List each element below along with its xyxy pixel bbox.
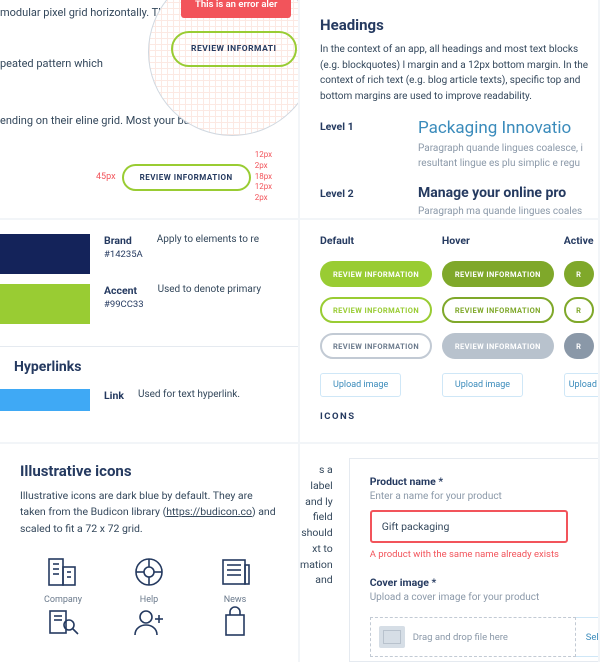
search-doc-icon [43,605,83,639]
state-header: Default [320,234,442,247]
panel-illustrative-icons: Illustrative icons Illustrative icons ar… [0,444,298,662]
file-dropzone[interactable]: Drag and drop file here [370,617,576,657]
upload-link[interactable]: Upload image [320,373,401,397]
swatch-desc: Apply to elements to re [157,234,259,274]
section-title: Hyperlinks [14,359,298,375]
section-desc: Illustrative icons are dark blue by defa… [20,488,278,537]
primary-button-hover[interactable]: REVIEW INFORMATION [442,261,554,287]
paragraph-sample: Paragraph quande lingues coalesce, i res… [418,142,598,171]
paragraph-sample: Paragraph ma quande lingues coales resul… [418,205,598,218]
image-placeholder-icon [379,626,405,648]
outline-button[interactable]: REVIEW INFORMATION [320,297,432,323]
secondary-button-active[interactable]: R [564,333,594,359]
field-error: A product with the same name already exi… [370,549,598,560]
annotation-measure: 18px [255,172,272,183]
swatch-accent [0,284,90,324]
swatch-desc: Used to denote primary [158,284,262,324]
panel-colors: Brand #14235A Apply to elements to re Ac… [0,220,298,442]
field-hint: Enter a name for your product [370,491,598,502]
swatch-desc: Used for text hyperlink. [138,389,240,411]
swatch-brand [0,234,90,274]
icons-label: ICONS [320,411,598,422]
review-button-sample: REVIEW INFORMATION [122,164,251,191]
news-icon [215,555,255,589]
button-spacing-annotation: 45px REVIEW INFORMATION 12px 2px 18px 12… [96,150,272,204]
section-title: Headings [320,16,598,34]
swatch-name: Accent [104,284,144,297]
budicon-link[interactable]: https://budicon.co [166,505,252,518]
annotation-measure: 12px [255,150,272,161]
panel-headings: Headings In the context of an app, all h… [300,0,598,218]
icon-label: Company [20,595,106,605]
error-alert: This is an error aler [181,0,291,18]
panel-form: s a label and ly field should xt to mati… [300,444,598,662]
review-button-zoomed: REVIEW INFORMATI [171,31,297,67]
annotation-measure: 45px [96,172,116,182]
upload-link-hover[interactable]: Upload image [442,373,523,397]
panel-buttons: Default REVIEW INFORMATION REVIEW INFORM… [300,220,598,442]
company-icon [43,555,83,589]
primary-button[interactable]: REVIEW INFORMATION [320,261,432,287]
icon-label: News [192,595,278,605]
state-header: Hover [442,234,564,247]
field-label: Product name * [370,475,598,488]
field-hint: Upload a cover image for your product [370,592,598,603]
dropzone-text: Drag and drop file here [413,632,575,643]
annotation-measure: 2px [255,161,272,172]
annotation-text: s a label and ly field should xt to mati… [300,458,333,662]
add-user-icon [129,605,169,639]
heading-level1-sample: Packaging Innovatio [418,118,598,138]
primary-button-active[interactable]: R [564,261,594,287]
secondary-button[interactable]: REVIEW INFORMATION [320,333,432,359]
outline-button-hover[interactable]: REVIEW INFORMATION [442,297,554,323]
swatch-link [0,389,90,411]
help-icon [129,555,169,589]
level-label: Level 1 [320,118,372,171]
annotation-measure: 2px [255,193,272,204]
field-label: Cover image * [370,576,598,589]
icon-label: Help [106,595,192,605]
annotation-measure: 12px [255,182,272,193]
upload-link-active[interactable]: Upload [564,373,598,397]
panel-grid-baseline: modular pixel grid horizontally. This be… [0,0,298,218]
level-label: Level 2 [320,185,372,218]
outline-button-active[interactable]: R [564,297,594,323]
shopping-bag-icon [215,605,255,639]
heading-level2-sample: Manage your online pro [418,185,598,201]
swatch-hex: #99CC33 [104,299,144,310]
section-intro: In the context of an app, all headings a… [320,42,598,104]
product-name-input[interactable] [370,510,568,543]
secondary-button-hover[interactable]: REVIEW INFORMATION [442,333,554,359]
swatch-name: Brand [104,234,143,247]
state-header: Active [564,234,598,247]
section-title: Illustrative icons [20,462,278,480]
select-file-button[interactable]: Select [576,617,598,657]
swatch-name: Link [104,389,124,402]
swatch-hex: #14235A [104,249,143,260]
